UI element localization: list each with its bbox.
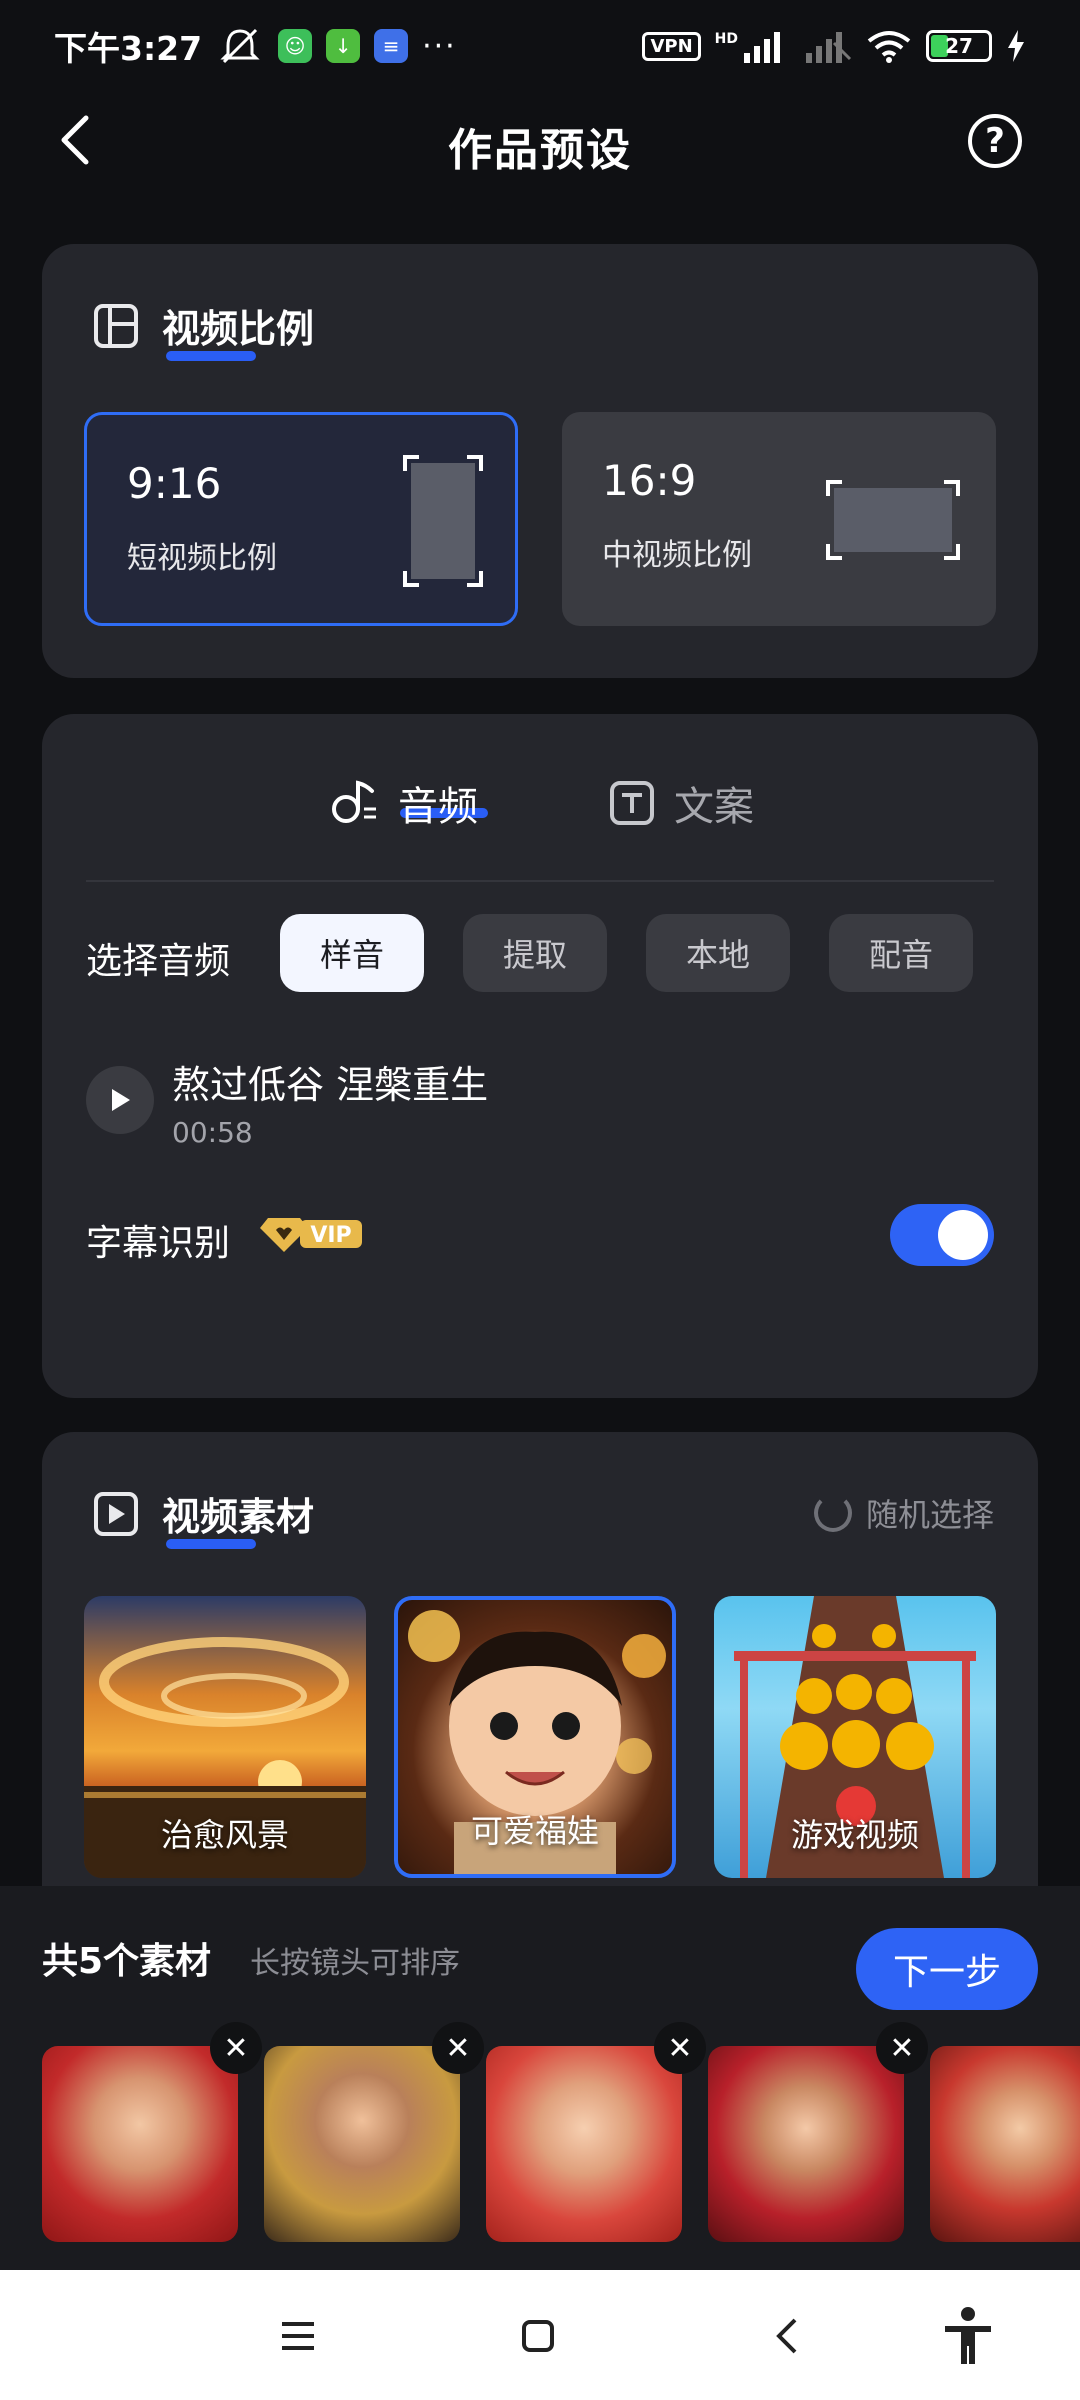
ratio-value: 16:9 [602, 456, 697, 505]
tab-audio[interactable]: 音频 [328, 774, 488, 832]
vip-badge: VIP [260, 1218, 362, 1252]
menu-nav-icon[interactable] [268, 2306, 328, 2366]
play-button[interactable] [86, 1066, 154, 1134]
system-navigation-bar [0, 2270, 1080, 2400]
source-chip-local[interactable]: 本地 [646, 914, 790, 992]
tab-audio-label: 音频 [398, 784, 478, 830]
video-icon [94, 1491, 138, 1536]
wifi-icon [867, 31, 911, 63]
portrait-frame-icon [403, 455, 483, 587]
sort-hint: 长按镜头可排序 [250, 1946, 460, 1981]
accessibility-icon[interactable] [938, 2306, 998, 2366]
category-cute-baby[interactable]: 可爱福娃 [394, 1596, 676, 1878]
text-icon [610, 781, 654, 825]
tab-copywriting[interactable]: 文案 [608, 774, 754, 832]
category-healing-scenery[interactable]: 治愈风景 [84, 1596, 366, 1878]
ratio-option-9-16[interactable]: 9:16 短视频比例 [84, 412, 518, 626]
download-icon: ↓ [326, 29, 361, 63]
home-nav-icon[interactable] [508, 2306, 568, 2366]
battery-icon: 27 [926, 30, 992, 62]
category-label: 游戏视频 [790, 1816, 919, 1854]
audio-card: 音频 文案 选择音频 样音 提取 本地 配音 熬过低谷 涅槃重生 00:58 字… [42, 714, 1038, 1398]
subtitle-recognition-label: 字幕识别 [86, 1223, 231, 1264]
signal-icon [744, 32, 780, 63]
mute-bell-icon [220, 28, 260, 64]
category-label: 可爱福娃 [470, 1812, 599, 1850]
material-count: 共5个素材 [42, 1941, 212, 1982]
subtitle-toggle[interactable] [890, 1204, 994, 1266]
track-name: 熬过低谷 涅槃重生 [172, 1063, 489, 1107]
remove-clip-icon[interactable]: ✕ [210, 2022, 262, 2074]
category-game-video[interactable]: 游戏视频 [714, 1596, 996, 1878]
remove-clip-icon[interactable]: ✕ [432, 2022, 484, 2074]
next-button[interactable]: 下一步 [856, 1928, 1038, 2010]
category-label: 治愈风景 [160, 1816, 289, 1854]
selected-material-panel: 共5个素材 长按镜头可排序 下一步 ✕ ✕ ✕ ✕ [0, 1886, 1080, 2270]
video-ratio-label: 视频比例 [162, 307, 315, 351]
source-chip-sample[interactable]: 样音 [280, 914, 424, 992]
divider [86, 880, 994, 882]
toggle-knob [938, 1210, 988, 1260]
app-icon-blue: ≡ [374, 29, 409, 63]
signal-weak-icon [806, 32, 852, 63]
play-icon [112, 1089, 130, 1111]
back-nav-icon[interactable] [756, 2306, 816, 2366]
vip-text: VIP [310, 1223, 351, 1248]
audio-tabs: 音频 文案 [42, 774, 1038, 854]
ratio-label: 中视频比例 [602, 538, 752, 573]
video-material-title: 视频素材 [94, 1486, 315, 1549]
more-icon: ··· [422, 28, 457, 64]
layout-icon [94, 303, 138, 348]
clip-item[interactable]: ✕ [42, 2022, 262, 2242]
screen: 下午3:27 ☺ ↓ ≡ ··· VPN HD 27 作品预设 ? 视频比例 9… [0, 0, 1080, 2400]
help-button[interactable]: ? [968, 114, 1022, 168]
video-material-card: 视频素材 随机选择 治愈风景 可爱福娃 游戏视频 [42, 1432, 1038, 1952]
tab-copywriting-label: 文案 [674, 784, 754, 830]
vpn-icon: VPN [642, 31, 701, 61]
ratio-label: 短视频比例 [127, 541, 277, 576]
header: 作品预设 ? [0, 92, 1080, 188]
video-ratio-title: 视频比例 [94, 298, 315, 361]
remove-clip-icon[interactable]: ✕ [654, 2022, 706, 2074]
refresh-icon [813, 1494, 852, 1532]
choose-audio-label: 选择音频 [86, 941, 231, 982]
music-note-icon [332, 780, 376, 823]
status-time: 下午3:27 [54, 29, 203, 68]
battery-level: 27 [945, 34, 973, 58]
clip-item[interactable]: ✕ [264, 2022, 484, 2242]
clip-item[interactable]: ✕ [486, 2022, 706, 2242]
source-chip-extract[interactable]: 提取 [463, 914, 607, 992]
charging-icon [1008, 30, 1024, 62]
app-icon-green: ☺ [278, 29, 313, 63]
source-chip-dubbing[interactable]: 配音 [829, 914, 973, 992]
ratio-option-16-9[interactable]: 16:9 中视频比例 [562, 412, 996, 626]
status-bar: 下午3:27 ☺ ↓ ≡ ··· VPN HD 27 [0, 0, 1080, 92]
random-select-button[interactable]: 随机选择 [813, 1490, 994, 1536]
clip-item[interactable] [930, 2046, 1080, 2242]
ratio-value: 9:16 [127, 459, 222, 508]
landscape-frame-icon [826, 480, 960, 560]
clip-item[interactable]: ✕ [708, 2022, 928, 2242]
track-duration: 00:58 [172, 1116, 253, 1149]
video-material-label: 视频素材 [162, 1495, 315, 1539]
page-title: 作品预设 [448, 125, 632, 176]
remove-clip-icon[interactable]: ✕ [876, 2022, 928, 2074]
random-select-label: 随机选择 [865, 1496, 994, 1534]
hd-icon: HD [714, 31, 738, 47]
video-ratio-card: 视频比例 9:16 短视频比例 16:9 中视频比例 [42, 244, 1038, 678]
